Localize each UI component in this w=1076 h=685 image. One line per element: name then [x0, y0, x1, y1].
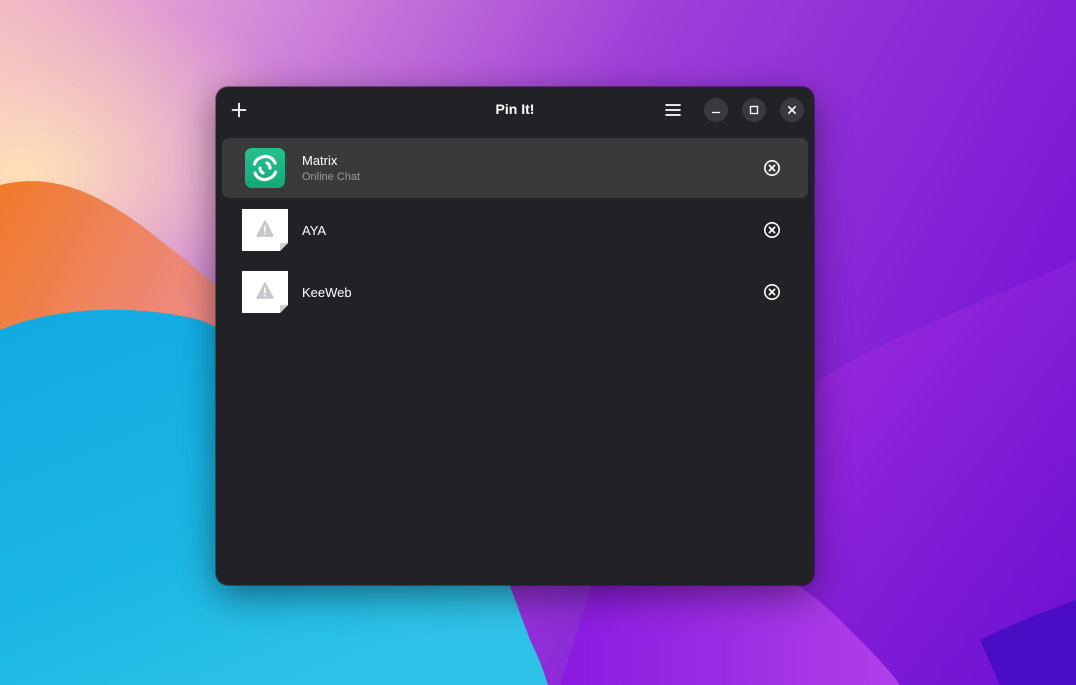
- list-item-text: Matrix Online Chat: [302, 138, 360, 198]
- remove-pin-button[interactable]: [763, 221, 781, 239]
- list-item-aya[interactable]: AYA: [222, 200, 808, 260]
- add-pin-button[interactable]: [228, 99, 250, 121]
- list-item-subtitle: Online Chat: [302, 171, 361, 183]
- list-item-title: AYA: [302, 222, 327, 238]
- maximize-icon: [749, 105, 759, 115]
- remove-circle-icon: [764, 160, 780, 176]
- list-item-text: AYA: [302, 200, 326, 260]
- minimize-icon: [711, 111, 721, 114]
- header-bar: Pin It!: [216, 87, 814, 133]
- missing-image-icon: [242, 271, 288, 313]
- list-item-title: KeeWeb: [302, 284, 352, 300]
- matrix-app-icon: [245, 148, 285, 188]
- list-item-matrix[interactable]: Matrix Online Chat: [222, 138, 808, 198]
- remove-circle-icon: [764, 222, 780, 238]
- remove-pin-button[interactable]: [763, 159, 781, 177]
- plus-icon: [231, 102, 247, 118]
- app-window: Pin It! Matrix Online Chat AYA KeeWeb: [216, 87, 814, 585]
- remove-pin-button[interactable]: [763, 283, 781, 301]
- list-item-text: KeeWeb: [302, 262, 352, 322]
- header-controls: [662, 98, 804, 122]
- hamburger-menu-icon: [665, 104, 681, 116]
- list-item-keeweb[interactable]: KeeWeb: [222, 262, 808, 322]
- maximize-button[interactable]: [742, 98, 766, 122]
- remove-circle-icon: [764, 284, 780, 300]
- list-item-title: Matrix: [302, 153, 338, 168]
- minimize-button[interactable]: [704, 98, 728, 122]
- close-button[interactable]: [780, 98, 804, 122]
- pinned-apps-list: Matrix Online Chat AYA KeeWeb: [216, 133, 814, 322]
- close-icon: [788, 106, 796, 114]
- main-menu-button[interactable]: [662, 99, 684, 121]
- missing-image-icon: [242, 209, 288, 251]
